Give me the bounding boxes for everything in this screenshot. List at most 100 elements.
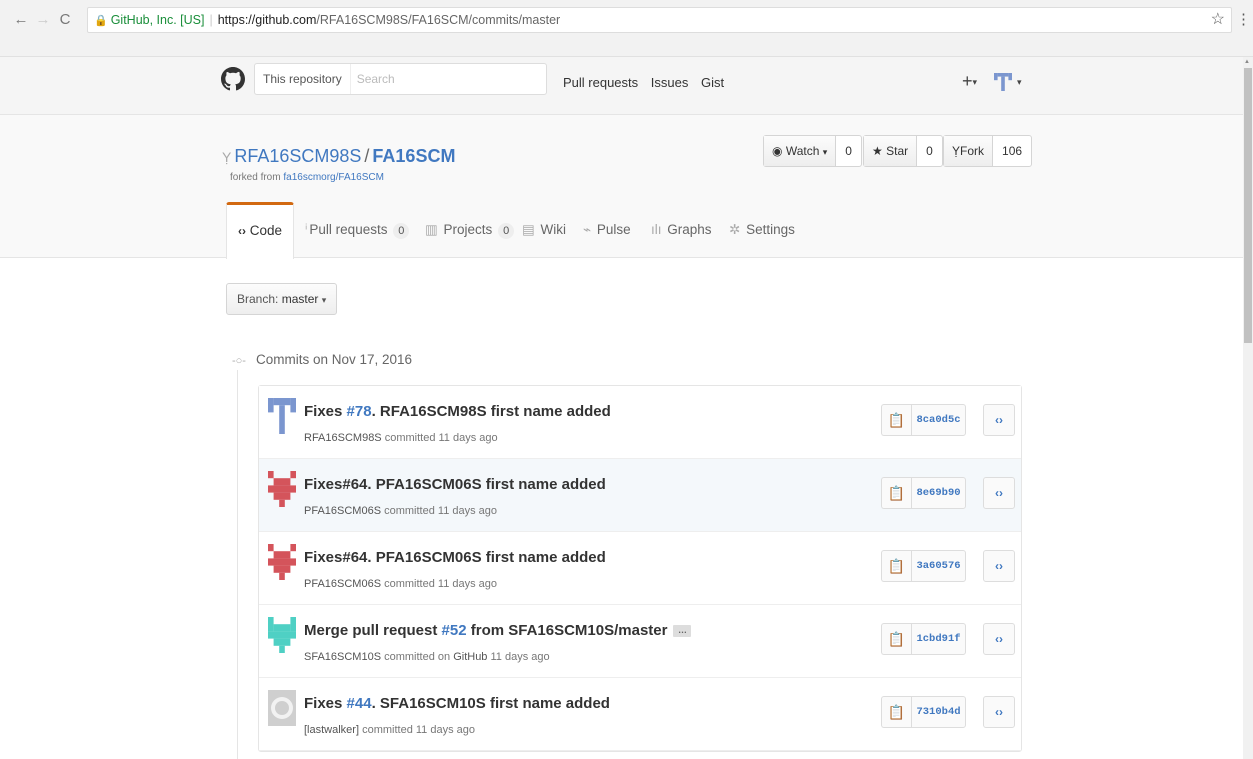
site-identity: GitHub, Inc. [US] <box>110 13 205 27</box>
code-icon: ‹› <box>238 224 246 238</box>
fork-icon: Ỵ <box>222 149 232 165</box>
browser-toolbar: ← → C 🔒 GitHub, Inc. [US] | https://github.… <box>0 0 1253 57</box>
tab-pulse[interactable]: ⌁ Pulse <box>583 202 631 259</box>
copy-sha-icon[interactable]: 📋 <box>881 696 911 728</box>
watch-button[interactable]: ◉ Watch ▾ <box>764 136 837 166</box>
expand-message-button[interactable]: … <box>673 625 692 638</box>
reload-button[interactable]: C <box>55 10 75 30</box>
author-avatar[interactable] <box>268 690 296 726</box>
pull-request-icon: ⁱ <box>305 222 308 237</box>
browser-menu-icon[interactable]: ⋮ <box>1236 10 1251 28</box>
create-new-button[interactable]: +▾ <box>962 71 977 92</box>
pulse-icon: ⌁ <box>583 222 592 237</box>
author-link[interactable]: PFA16SCM06S <box>304 505 381 517</box>
tab-pull-requests[interactable]: ⁱ Pull requests 0 <box>305 202 410 259</box>
author-link[interactable]: PFA16SCM06S <box>304 578 381 590</box>
commit-meta: SFA16SCM10S committed on GitHub 11 days … <box>304 651 550 663</box>
fork-count[interactable]: 106 <box>993 136 1031 166</box>
commit-sha-button[interactable]: 7310b4d <box>911 696 966 728</box>
author-avatar[interactable] <box>268 471 296 507</box>
commit-message[interactable]: Fixes #44. SFA16SCM10S first name added <box>304 695 610 712</box>
commit-row: Fixes #44. SFA16SCM10S first name added … <box>259 678 1021 751</box>
commit-meta: PFA16SCM06S committed 11 days ago <box>304 578 498 590</box>
scrollbar-thumb[interactable] <box>1244 68 1252 343</box>
pull-request-link[interactable]: #52 <box>442 622 467 639</box>
commit-sha-button[interactable]: 1cbd91f <box>911 623 966 655</box>
url-path: /RFA16SCM98S/FA16SCM/commits/master <box>316 13 561 27</box>
copy-sha-icon[interactable]: 📋 <box>881 404 911 436</box>
browse-code-icon[interactable]: ‹› <box>983 623 1015 655</box>
back-button[interactable]: ← <box>11 10 31 30</box>
commit-row: Fixes#64. PFA16SCM06S first name added P… <box>259 459 1021 532</box>
copy-sha-icon[interactable]: 📋 <box>881 550 911 582</box>
repo-title: Ỵ RFA16SCM98S / FA16SCM <box>222 146 456 166</box>
commit-message[interactable]: Fixes#64. PFA16SCM06S first name added <box>304 549 606 566</box>
star-count[interactable]: 0 <box>917 136 942 166</box>
author-avatar[interactable] <box>268 544 296 580</box>
watch-count[interactable]: 0 <box>836 136 861 166</box>
commit-sha-button[interactable]: 3a60576 <box>911 550 966 582</box>
eye-icon: ◉ <box>772 144 783 158</box>
issue-link[interactable]: #78 <box>347 403 372 420</box>
top-nav: Pull requests Issues Gist <box>563 75 733 90</box>
user-menu-chevron-icon[interactable]: ▾ <box>1017 77 1022 88</box>
star-button[interactable]: ★ Star <box>864 136 918 166</box>
author-link[interactable]: SFA16SCM10S <box>304 651 381 663</box>
author-link[interactable]: [lastwalker] <box>304 724 359 736</box>
browse-code-icon[interactable]: ‹› <box>983 696 1015 728</box>
repo-owner-link[interactable]: RFA16SCM98S <box>234 146 361 166</box>
author-avatar[interactable] <box>268 398 296 434</box>
chevron-down-icon: ▾ <box>972 76 978 87</box>
browse-code-icon[interactable]: ‹› <box>983 550 1015 582</box>
commit-meta: RFA16SCM98S committed 11 days ago <box>304 432 498 444</box>
copy-sha-icon[interactable]: 📋 <box>881 477 911 509</box>
fork-button-group: ỴFork 106 <box>943 135 1033 167</box>
branch-select[interactable]: Branch: master ▾ <box>226 283 338 315</box>
gear-icon: ✲ <box>729 222 741 237</box>
nav-gist[interactable]: Gist <box>701 75 724 90</box>
chevron-down-icon: ▾ <box>321 295 327 305</box>
tab-code[interactable]: ‹› Code <box>226 202 295 259</box>
fork-button[interactable]: ỴFork <box>944 136 994 166</box>
commit-message[interactable]: Fixes#64. PFA16SCM06S first name added <box>304 476 606 493</box>
bookmark-star-icon[interactable]: ☆ <box>1211 8 1225 32</box>
tab-graphs[interactable]: ılı Graphs <box>651 202 712 259</box>
repo-name-link[interactable]: FA16SCM <box>372 146 455 166</box>
commits-date-heading: -○- Commits on Nov 17, 2016 <box>232 352 413 367</box>
tab-settings[interactable]: ✲ Settings <box>729 202 795 259</box>
commit-message[interactable]: Merge pull request #52 from SFA16SCM10S/… <box>304 622 692 639</box>
scroll-up-icon[interactable]: ▲ <box>1244 59 1250 65</box>
commit-sha-button[interactable]: 8e69b90 <box>911 477 966 509</box>
commit-list: Fixes #78. RFA16SCM98S first name added … <box>258 385 1022 752</box>
forked-source-link[interactable]: fa16scmorg/FA16SCM <box>283 172 384 183</box>
tab-projects[interactable]: ▥ Projects 0 <box>425 202 515 259</box>
github-link[interactable]: GitHub <box>453 651 487 663</box>
search-placeholder: Search <box>356 72 395 86</box>
forward-button[interactable]: → <box>33 10 53 30</box>
address-bar[interactable]: 🔒 GitHub, Inc. [US] | https://github.com/RF… <box>87 7 1232 33</box>
commit-row: Merge pull request #52 from SFA16SCM10S/… <box>259 605 1021 678</box>
copy-sha-icon[interactable]: 📋 <box>881 623 911 655</box>
author-link[interactable]: RFA16SCM98S <box>304 432 382 444</box>
commit-row: Fixes #78. RFA16SCM98S first name added … <box>259 386 1021 459</box>
browse-code-icon[interactable]: ‹› <box>983 404 1015 436</box>
repo-header: Ỵ RFA16SCM98S / FA16SCM forked from fa16scm… <box>0 115 1243 259</box>
github-logo-icon[interactable] <box>221 67 245 91</box>
commit-sha-button[interactable]: 8ca0d5c <box>911 404 966 436</box>
author-avatar[interactable] <box>268 617 296 653</box>
nav-issues[interactable]: Issues <box>651 75 689 90</box>
timeline-line <box>237 370 238 759</box>
search-scope-label: This repository <box>255 64 351 94</box>
book-icon: ▤ <box>522 222 535 237</box>
lock-icon: 🔒 <box>94 15 108 27</box>
nav-pull-requests[interactable]: Pull requests <box>563 75 638 90</box>
forked-from: forked from fa16scmorg/FA16SCM <box>230 172 384 183</box>
url-host: https://github.com <box>217 13 317 27</box>
browse-code-icon[interactable]: ‹› <box>983 477 1015 509</box>
user-avatar[interactable] <box>994 73 1012 91</box>
commit-message[interactable]: Fixes #78. RFA16SCM98S first name added <box>304 403 611 420</box>
issue-link[interactable]: #44 <box>347 695 372 712</box>
star-icon: ★ <box>872 144 883 158</box>
search-input[interactable]: This repository Search <box>254 63 547 95</box>
tab-wiki[interactable]: ▤ Wiki <box>522 202 566 259</box>
